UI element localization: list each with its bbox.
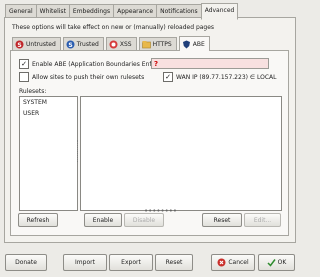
import-button[interactable]: Import [63,254,107,271]
tab-advanced[interactable]: Advanced [200,3,239,20]
cancel-label: Cancel [228,259,249,266]
disable-button[interactable]: Disable [124,213,164,227]
ruleset-editor[interactable] [80,96,282,211]
cancel-button[interactable]: Cancel [211,254,255,271]
ok-button[interactable]: OK [258,254,295,271]
subtab-abe-label: ABE [192,40,205,48]
subtab-untrusted[interactable]: S Untrusted [12,37,61,51]
trusted-icon: S [66,40,75,49]
enable-button[interactable]: Enable [84,213,122,227]
subtab-https[interactable]: HTTPS [138,37,177,51]
reset-ruleset-button[interactable]: Reset [202,213,242,227]
abe-shield-icon [182,40,191,49]
donate-button[interactable]: Donate [5,254,47,271]
subtab-trusted[interactable]: S Trusted [62,37,104,51]
subtab-xss[interactable]: XSS [105,37,137,51]
ok-icon [267,258,276,267]
reload-notice: These options will take effect on new or… [12,24,215,31]
https-folder-icon [141,40,151,49]
enable-abe-label: Enable ABE (Application Boundaries Enfor… [32,60,170,68]
enable-abe-row: ✓ Enable ABE (Application Boundaries Enf… [19,59,169,69]
help-icon: ? [154,60,159,68]
subtab-https-label: HTTPS [152,41,172,48]
list-item[interactable]: SYSTEM [20,97,77,108]
options-tab-strip: General Whitelist Embeddings Appearance … [5,3,239,20]
ok-label: OK [277,259,287,266]
svg-text:S: S [17,42,21,49]
subtab-trusted-label: Trusted [76,41,99,48]
svg-text:S: S [68,42,72,49]
allow-sites-checkbox[interactable] [19,72,29,82]
wan-ip-checkbox[interactable]: ✓ [163,72,173,82]
xss-icon [109,40,118,49]
cancel-icon [217,258,226,267]
edit-button[interactable]: Edit... [244,213,281,227]
rulesets-label: Rulesets: [19,88,47,95]
untrusted-icon: S [15,40,24,49]
wan-ip-label: WAN IP (89.77.157.223) ∈ LOCAL [176,73,277,81]
subtab-untrusted-label: Untrusted [26,41,56,48]
reset-button[interactable]: Reset [155,254,193,271]
rulesets-list[interactable]: SYSTEM USER [19,96,78,211]
allow-sites-row: Allow sites to push their own rulesets [19,72,144,82]
abe-status-field: ? [151,58,269,69]
refresh-button[interactable]: Refresh [18,213,58,227]
export-button[interactable]: Export [109,254,153,271]
subtab-abe[interactable]: ABE [178,36,210,51]
list-item[interactable]: USER [20,108,77,119]
enable-abe-checkbox[interactable]: ✓ [19,59,29,69]
advanced-subtab-strip: S Untrusted S Trusted XSS HTTPS ABE [12,36,212,51]
subtab-xss-label: XSS [119,41,132,48]
wan-ip-row: ✓ WAN IP (89.77.157.223) ∈ LOCAL [163,72,277,82]
allow-sites-label: Allow sites to push their own rulesets [32,73,145,81]
